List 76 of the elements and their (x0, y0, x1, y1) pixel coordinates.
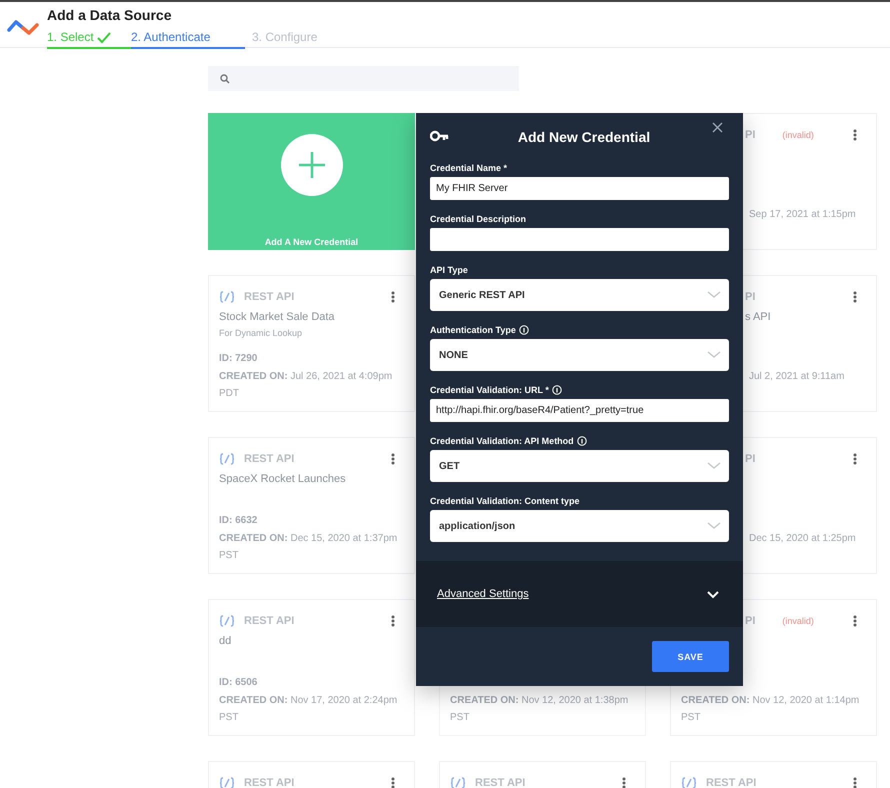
field-label: API Type (430, 265, 468, 275)
id-text: ID: 6632 (219, 514, 258, 528)
type-label: REST API (244, 777, 294, 788)
card-title: s API (744, 310, 772, 325)
dropdown[interactable]: Generic REST API (430, 279, 729, 311)
more-icon[interactable] (391, 453, 395, 465)
check-icon (96, 30, 111, 44)
invalid-label: (invalid) (782, 130, 814, 140)
type-label: REST API (706, 777, 756, 788)
field-label: Credential Validation: Content type (430, 496, 580, 506)
more-icon[interactable] (391, 615, 395, 627)
card-title: dd (219, 634, 232, 649)
chevron-down-icon[interactable] (707, 590, 719, 598)
more-icon[interactable] (391, 291, 395, 303)
created-text: CREATED ON: Nov 12, 2020 at 1:38pm PST (450, 694, 630, 725)
created-text: Sep 17, 2021 at 1:15pm (748, 208, 857, 222)
type-label: PI (745, 291, 756, 303)
input-field[interactable]: My FHIR Server (430, 177, 729, 200)
logo-icon (7, 17, 39, 37)
advanced-settings-link[interactable]: Advanced Settings (437, 588, 707, 600)
plus-icon (280, 134, 342, 196)
chevron-down-icon (707, 462, 721, 470)
dropdown[interactable]: NONE (430, 339, 729, 371)
type-label: REST API (244, 453, 294, 465)
step-tab[interactable]: 2. Authenticate (131, 28, 245, 49)
more-icon[interactable] (622, 777, 626, 788)
dropdown[interactable]: application/json (430, 510, 729, 542)
invalid-label: (invalid) (782, 616, 814, 626)
dialog-title: Add New Credential (516, 129, 652, 145)
field-label: Credential Name * (430, 163, 508, 173)
chevron-down-icon (707, 522, 721, 530)
code-icon (219, 615, 235, 627)
more-icon[interactable] (853, 453, 857, 465)
created-text: CREATED ON: Nov 12, 2020 at 1:14pm PST (681, 694, 860, 725)
created-text: CREATED ON: Dec 15, 2020 at 1:37pm PST (219, 532, 398, 563)
search-field[interactable] (208, 66, 519, 91)
field-label: Credential Validation: API Method (430, 436, 574, 446)
card-label: Add A New Credential (264, 237, 358, 247)
created-text: CREATED ON: Jul 26, 2021 at 4:09pm PDT (219, 370, 394, 401)
code-icon (219, 291, 235, 303)
type-label: REST API (244, 615, 294, 627)
input-field[interactable]: http://hapi.fhir.org/baseR4/Patient?_pretty=true (430, 399, 729, 422)
created-text: Jul 2, 2021 at 9:11am (748, 370, 846, 384)
more-icon[interactable] (853, 291, 857, 303)
more-icon[interactable] (853, 129, 857, 141)
type-label: PI (745, 615, 756, 627)
code-icon (681, 777, 697, 788)
card-subtitle: For Dynamic Lookup (219, 327, 304, 340)
page-title: Add a Data Source (47, 6, 172, 24)
input-field[interactable] (430, 228, 729, 251)
id-text: ID: 6506 (219, 676, 258, 690)
dropdown[interactable]: GET (430, 450, 729, 482)
key-icon (430, 130, 449, 142)
more-icon[interactable] (853, 777, 857, 788)
card-title: SpaceX Rocket Launches (219, 472, 347, 487)
field-label: Credential Description (430, 214, 526, 224)
type-label: REST API (244, 291, 294, 303)
code-icon (219, 453, 235, 465)
close-icon[interactable] (712, 122, 723, 133)
field-label: Credential Validation: URL * (430, 385, 549, 395)
chevron-down-icon (707, 351, 721, 359)
save-button[interactable]: SAVE (652, 641, 729, 672)
code-icon (219, 777, 235, 788)
more-icon[interactable] (853, 615, 857, 627)
chevron-down-icon (707, 291, 721, 299)
id-text: ID: 7290 (219, 352, 258, 366)
code-icon (450, 777, 466, 788)
card-title: Stock Market Sale Data (219, 310, 336, 325)
search-icon (220, 74, 230, 84)
more-icon[interactable] (391, 777, 395, 788)
type-label: PI (745, 129, 756, 141)
type-label: PI (745, 453, 756, 465)
type-label: REST API (475, 777, 526, 788)
field-label: Authentication Type (430, 325, 516, 335)
created-text: CREATED ON: Nov 17, 2020 at 2:24pm PST (219, 694, 398, 725)
created-text: Dec 15, 2020 at 1:25pm (748, 532, 857, 546)
